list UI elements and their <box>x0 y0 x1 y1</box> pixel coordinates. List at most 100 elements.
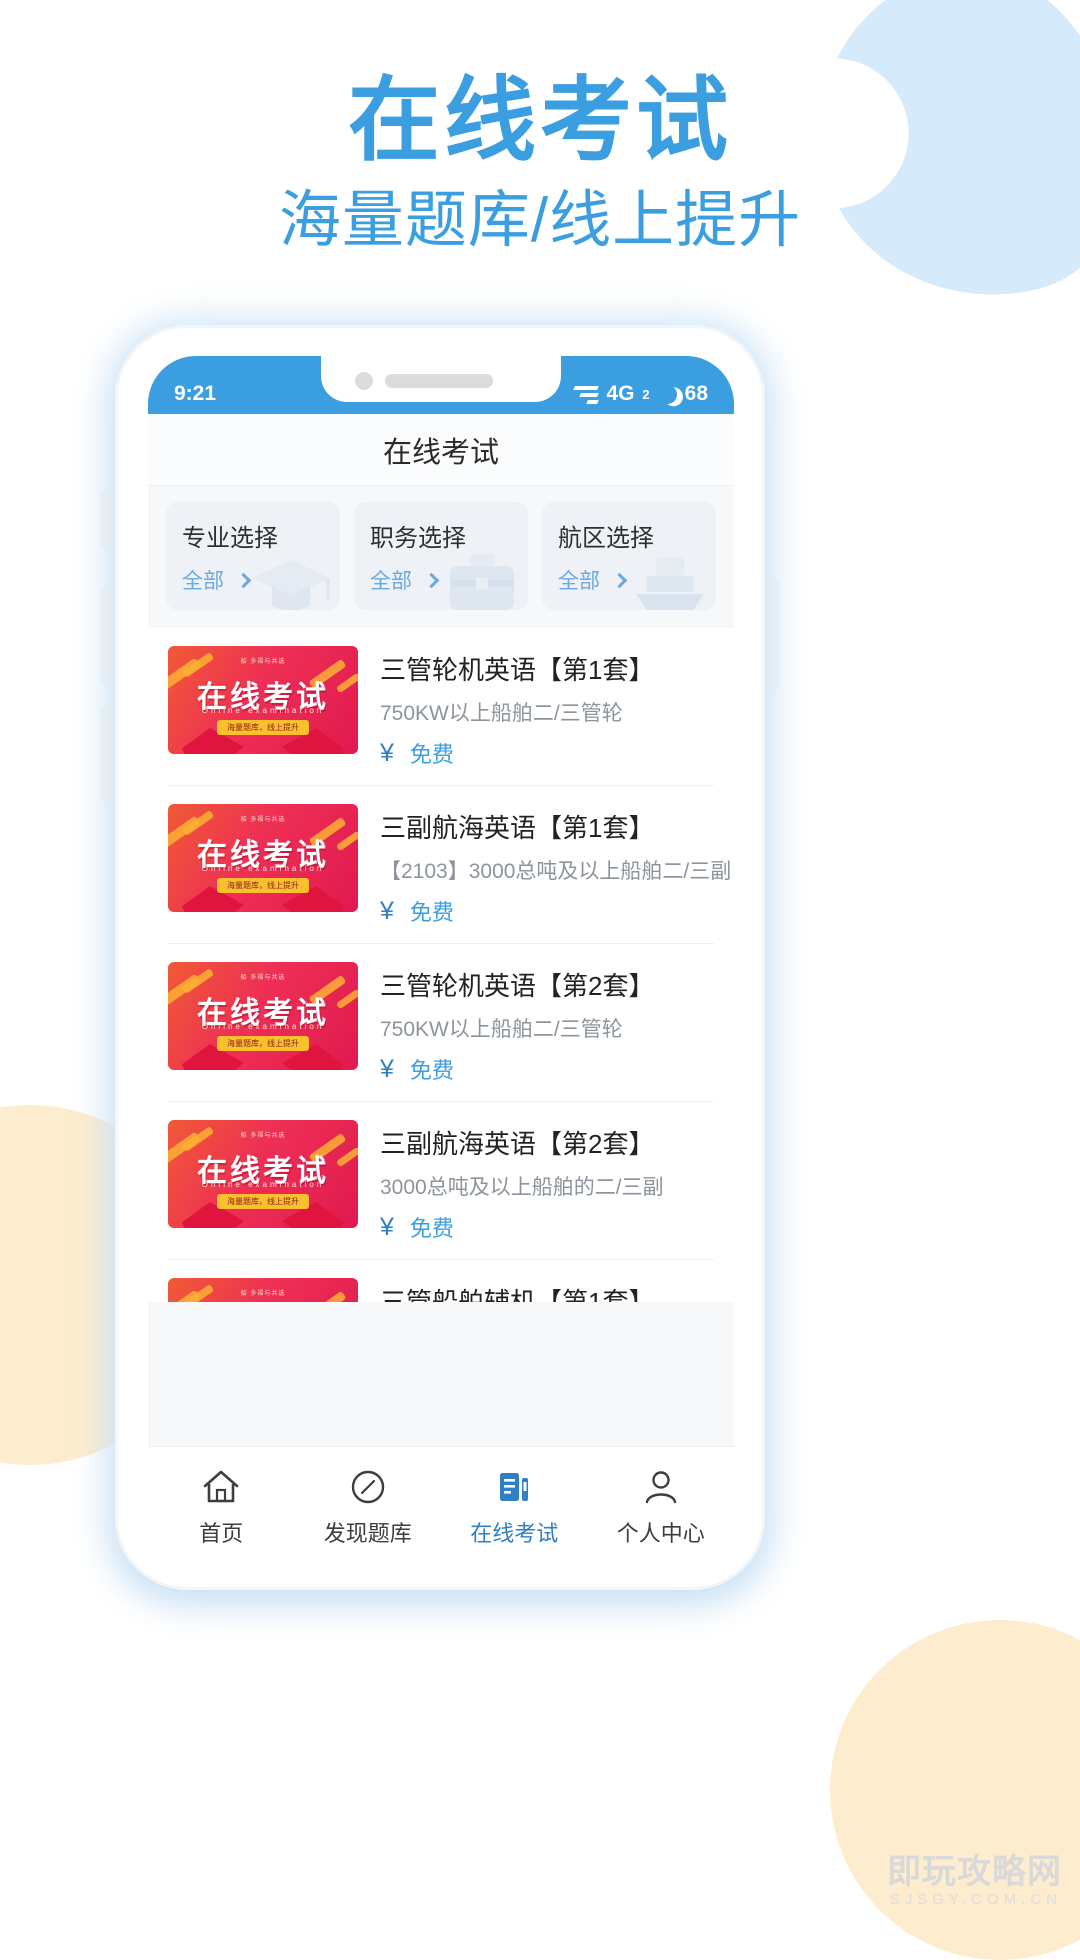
exam-title: 三副航海英语【第1套】 <box>380 813 655 843</box>
status-bar-network: 4G <box>606 382 635 405</box>
list-item[interactable]: 船 多福与共选 在线考试 Online examination 海量题库，线上提… <box>168 1102 714 1260</box>
list-item[interactable]: 船 多福与共选 在线考试 Online examination 海量题库，线上提… <box>168 786 732 944</box>
bottom-tab-bar: 首页 发现题库 在线考试 个人中心 <box>148 1446 734 1564</box>
status-bar-network-sub: 2 <box>642 386 650 402</box>
thumbnail-english: Online examination <box>201 864 325 873</box>
thumbnail-english: Online examination <box>201 706 325 715</box>
thumbnail-tiny-text: 船 多福与共选 <box>240 659 286 665</box>
tab-online-exam[interactable]: 在线考试 <box>441 1464 588 1548</box>
exam-list[interactable]: 船 多福与共选 在线考试 Online examination 海量题库，线上提… <box>148 628 734 1302</box>
filter-value: 全部 <box>370 570 412 593</box>
chevron-right-icon <box>423 572 440 588</box>
exam-thumbnail: 船 多福与共选 在线考试 Online examination 海量题库，线上提… <box>168 1120 358 1228</box>
phone-button-power <box>766 580 780 690</box>
exam-title: 三管船舶辅机【第1套】 <box>380 1287 655 1302</box>
exam-price-row: ¥ 免费 <box>380 737 714 769</box>
thumbnail-ribbon: 海量题库，线上提升 <box>217 720 309 735</box>
exam-thumbnail: 船 多福与共选 在线考试 Online examination 海量题库，线上提… <box>168 646 358 754</box>
thumbnail-tiny-text: 船 多福与共选 <box>240 1291 286 1297</box>
filter-title: 航区选择 <box>558 525 654 552</box>
filter-title: 专业选择 <box>182 525 278 552</box>
exam-meta: 三管船舶辅机【第1套】 750KW以上船舶二/三管轮 ¥ 免费 <box>380 1278 714 1302</box>
tab-label: 首页 <box>199 1520 244 1546</box>
thumbnail-english: Online examination <box>201 1022 325 1031</box>
user-icon <box>588 1464 735 1510</box>
tab-label: 在线考试 <box>470 1520 559 1546</box>
exam-title: 三管轮机英语【第1套】 <box>380 655 655 685</box>
tab-label: 发现题库 <box>323 1520 412 1546</box>
exam-thumbnail: 船 多福与共选 在线考试 Online examination 海量题库，线上提… <box>168 1278 358 1302</box>
exam-price-row: ¥ 免费 <box>380 1211 714 1243</box>
exam-paper-icon <box>441 1464 588 1510</box>
status-bar-battery: 68 <box>684 382 708 405</box>
filter-card-sailing-area[interactable]: 航区选择 全部 <box>542 502 716 610</box>
filter-card-position[interactable]: 职务选择 全部 <box>354 502 528 610</box>
filter-row: 专业选择 全部 职务选择 全部 航区选择 全部 <box>148 486 734 628</box>
promo-text-block: 在线考试 海量题库/线上提升 <box>0 70 1080 257</box>
briefcase-icon <box>450 554 514 610</box>
filter-value: 全部 <box>558 570 600 593</box>
phone-button-volume-up <box>100 588 114 684</box>
front-camera-icon <box>355 372 373 390</box>
home-icon <box>148 1464 295 1510</box>
filter-card-major[interactable]: 专业选择 全部 <box>166 502 340 610</box>
ship-icon <box>636 558 704 610</box>
exam-price-row: ¥ 免费 <box>380 895 714 927</box>
watermark-text: 即玩攻略网 <box>887 1853 1062 1891</box>
phone-mockup: 9:21 4G 2 68 在线考试 专业选择 全部 职务选择 全部 航区选择 全… <box>115 325 765 1590</box>
exam-desc: 【2103】3000总吨及以上船舶二/三副 <box>380 860 732 883</box>
exam-title: 三副航海英语【第2套】 <box>380 1129 655 1159</box>
list-item[interactable]: 船 多福与共选 在线考试 Online examination 海量题库，线上提… <box>168 1260 714 1302</box>
filter-value: 全部 <box>182 570 224 593</box>
exam-desc: 750KW以上船舶二/三管轮 <box>380 702 623 725</box>
signal-bars-icon <box>572 384 600 404</box>
yen-icon: ¥ <box>380 896 394 925</box>
decorative-blob-bottom-right <box>830 1620 1080 1960</box>
thumbnail-ribbon: 海量题库，线上提升 <box>217 878 309 893</box>
promo-subheadline: 海量题库/线上提升 <box>278 186 802 256</box>
yen-icon: ¥ <box>380 1054 394 1083</box>
exam-meta: 三管轮机英语【第2套】 750KW以上船舶二/三管轮 ¥ 免费 <box>380 962 714 1085</box>
app-title-bar: 在线考试 <box>148 414 734 486</box>
exam-meta: 三管轮机英语【第1套】 750KW以上船舶二/三管轮 ¥ 免费 <box>380 646 714 769</box>
phone-button-mute <box>100 490 114 548</box>
thumbnail-ribbon: 海量题库，线上提升 <box>217 1194 309 1209</box>
watermark-main: 即玩攻略网 <box>887 1844 1062 1893</box>
earpiece-speaker <box>385 374 493 388</box>
page-title: 在线考试 <box>382 436 499 469</box>
exam-thumbnail: 船 多福与共选 在线考试 Online examination 海量题库，线上提… <box>168 962 358 1070</box>
thumbnail-tiny-text: 船 多福与共选 <box>240 975 286 981</box>
compass-icon <box>295 1464 442 1510</box>
exam-meta: 三副航海英语【第2套】 3000总吨及以上船舶的二/三副 ¥ 免费 <box>380 1120 714 1243</box>
list-item[interactable]: 船 多福与共选 在线考试 Online examination 海量题库，线上提… <box>168 628 714 786</box>
phone-notch <box>321 356 561 402</box>
list-item[interactable]: 船 多福与共选 在线考试 Online examination 海量题库，线上提… <box>168 944 714 1102</box>
tab-label: 个人中心 <box>616 1520 705 1546</box>
exam-desc: 3000总吨及以上船舶的二/三副 <box>380 1176 664 1199</box>
tab-home[interactable]: 首页 <box>148 1464 295 1548</box>
watermark-sub: SJSGY.COM.CN <box>889 1891 1062 1908</box>
yen-icon: ¥ <box>380 1212 394 1241</box>
status-bar-indicators: 4G 2 68 <box>572 382 708 406</box>
thumbnail-tiny-text: 船 多福与共选 <box>240 817 286 823</box>
exam-price: 免费 <box>409 1058 454 1083</box>
tab-discover[interactable]: 发现题库 <box>295 1464 442 1548</box>
tab-profile[interactable]: 个人中心 <box>588 1464 735 1548</box>
filter-title: 职务选择 <box>370 525 466 552</box>
chevron-right-icon <box>611 572 628 588</box>
exam-thumbnail: 船 多福与共选 在线考试 Online examination 海量题库，线上提… <box>168 804 358 912</box>
status-bar-time: 9:21 <box>174 382 217 405</box>
exam-price-row: ¥ 免费 <box>380 1053 714 1085</box>
thumbnail-tiny-text: 船 多福与共选 <box>240 1133 286 1139</box>
exam-title: 三管轮机英语【第2套】 <box>380 971 655 1001</box>
watermark: 即玩攻略网 SJSGY.COM.CN <box>887 1844 1062 1908</box>
exam-price: 免费 <box>409 900 454 925</box>
phone-screen: 9:21 4G 2 68 在线考试 专业选择 全部 职务选择 全部 航区选择 全… <box>148 356 734 1564</box>
exam-price: 免费 <box>409 1216 454 1241</box>
graduation-cap-icon <box>252 560 330 610</box>
yen-icon: ¥ <box>380 738 394 767</box>
promo-headline: 在线考试 <box>347 70 732 172</box>
thumbnail-english: Online examination <box>201 1180 325 1189</box>
exam-price: 免费 <box>409 742 454 767</box>
exam-meta: 三副航海英语【第1套】 【2103】3000总吨及以上船舶二/三副 ¥ 免费 <box>380 804 732 927</box>
